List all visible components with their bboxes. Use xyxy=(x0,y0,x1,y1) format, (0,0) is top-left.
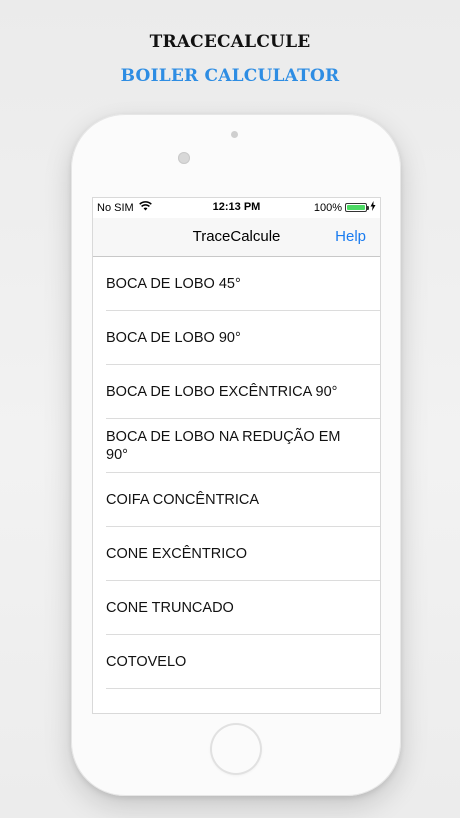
list-item-label: CONE TRUNCADO xyxy=(106,600,234,616)
promo-subtitle: BOILER CALCULATOR xyxy=(120,66,340,86)
list-item[interactable]: BOCA DE LOBO 90° xyxy=(93,311,380,365)
battery-icon xyxy=(345,203,369,212)
battery-fill xyxy=(347,205,365,210)
help-button[interactable]: Help xyxy=(335,228,366,245)
charging-bolt-icon xyxy=(370,201,376,214)
list-item-label: CONE EXCÊNTRICO xyxy=(106,546,247,562)
home-button[interactable] xyxy=(210,723,262,775)
app-screen: No SIM 12:13 PM 100% TraceCalcule Help B… xyxy=(92,197,381,714)
list-item[interactable]: CONE EXCÊNTRICO xyxy=(93,527,380,581)
list-item-label: BOCA DE LOBO NA REDUÇÃO EM 90° xyxy=(106,429,341,463)
speaker-icon xyxy=(231,131,238,138)
list-item-label: BOCA DE LOBO 90° xyxy=(106,330,241,346)
promo-title: TRACECALCULE xyxy=(149,32,311,52)
status-bar: No SIM 12:13 PM 100% xyxy=(93,198,380,218)
navigation-bar: TraceCalcule Help xyxy=(93,218,380,257)
list-item[interactable] xyxy=(93,689,380,713)
phone-frame: No SIM 12:13 PM 100% TraceCalcule Help B… xyxy=(71,114,401,796)
list-item[interactable]: COTOVELO xyxy=(93,635,380,689)
list-item[interactable]: COIFA CONCÊNTRICA xyxy=(93,473,380,527)
battery-percent: 100% xyxy=(313,201,342,214)
list-item-label: COIFA CONCÊNTRICA xyxy=(106,492,260,508)
camera-icon xyxy=(178,152,190,164)
calculator-list: BOCA DE LOBO 45° BOCA DE LOBO 90° BOCA DE … xyxy=(93,257,380,713)
list-item[interactable]: CONE TRUNCADO xyxy=(93,581,380,635)
status-right: 100% xyxy=(314,201,376,214)
list-item[interactable]: BOCA DE LOBO EXCÊNTRICA 90° xyxy=(93,365,380,419)
list-item[interactable]: BOCA DE LOBO NA REDUÇÃO EM 90° xyxy=(93,419,380,473)
list-item-label: COTOVELO xyxy=(106,654,187,670)
list-item-label: BOCA DE LOBO EXCÊNTRICA 90° xyxy=(106,384,338,400)
list-item-label: BOCA DE LOBO 45° xyxy=(106,276,241,292)
list-item[interactable]: BOCA DE LOBO 45° xyxy=(93,257,380,311)
